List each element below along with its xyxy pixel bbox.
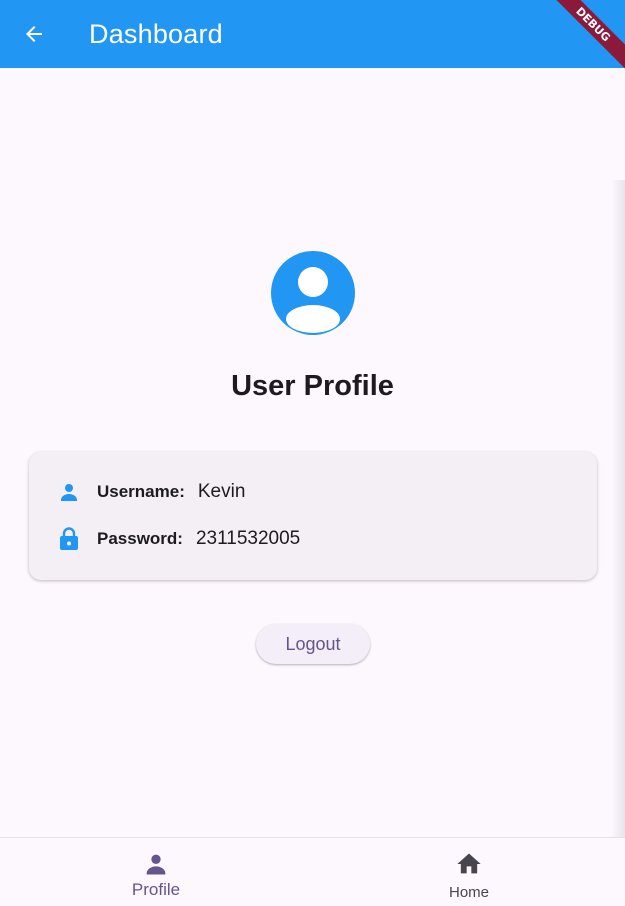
logout-button[interactable]: Logout — [256, 624, 370, 664]
home-icon — [457, 853, 481, 874]
bottom-navigation: Profile Home — [0, 837, 625, 906]
profile-title: User Profile — [231, 370, 394, 402]
back-button[interactable] — [0, 0, 68, 68]
user-details-card: Username: Kevin Password: 2311532005 — [29, 452, 597, 580]
nav-item-home[interactable]: Home — [313, 838, 625, 906]
password-value: 2311532005 — [195, 528, 301, 549]
nav-item-home-label: Home — [448, 884, 489, 901]
person-icon — [57, 480, 81, 504]
drawer-edge-shadow — [611, 180, 625, 906]
arrow-back-icon — [26, 26, 42, 42]
app-bar: Dashboard — [0, 0, 625, 68]
lock-icon — [57, 527, 81, 551]
person-icon — [146, 854, 166, 875]
nav-item-profile-label: Profile — [131, 880, 181, 899]
nav-item-profile[interactable]: Profile — [0, 838, 312, 906]
username-row: Username: Kevin — [57, 480, 245, 504]
username-value: Kevin — [197, 481, 246, 502]
page-title: Dashboard — [89, 18, 223, 49]
password-label: Password: — [97, 529, 183, 548]
username-label: Username: — [97, 482, 185, 501]
password-row: Password: 2311532005 — [57, 527, 300, 551]
account-circle-icon — [271, 251, 355, 335]
